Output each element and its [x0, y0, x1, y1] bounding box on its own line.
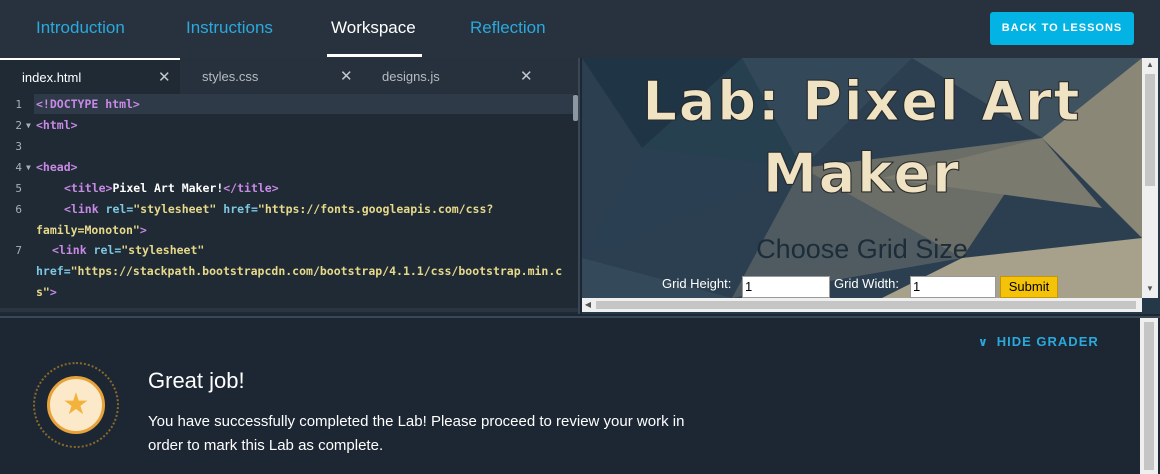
line-number: 1 — [15, 98, 22, 111]
close-icon[interactable]: ✕ — [340, 58, 353, 96]
grader-title: Great job! — [148, 368, 245, 393]
scroll-up-icon[interactable]: ▲ — [1142, 58, 1158, 72]
file-tab-label: designs.js — [382, 69, 440, 84]
back-to-lessons-button[interactable]: BACK TO LESSONS — [990, 12, 1134, 45]
code-line: <html> — [36, 118, 78, 132]
code-line: <!DOCTYPE html> — [36, 97, 140, 111]
line-number: 2 — [15, 119, 22, 132]
tab-instructions[interactable]: Instructions — [186, 0, 273, 58]
top-navigation: Introduction Instructions Workspace Refl… — [0, 0, 1160, 58]
chevron-down-icon: ∨ — [978, 335, 989, 349]
code-line: <link rel="stylesheet" href="https://fon… — [64, 202, 494, 216]
file-tab-label: index.html — [22, 70, 82, 85]
grader-scrollbar[interactable] — [1140, 318, 1158, 474]
grid-height-label: Grid Height: — [662, 276, 732, 291]
file-tab-styles-css[interactable]: styles.css ✕ — [180, 58, 360, 94]
submit-button[interactable]: Submit — [1000, 276, 1058, 298]
grid-width-input[interactable]: 1 — [910, 276, 996, 298]
code-line-wrap: family=Monoton"> — [36, 223, 147, 237]
star-icon: ★ — [62, 388, 90, 421]
preview-title-line-2: Maker — [763, 142, 961, 206]
tab-reflection[interactable]: Reflection — [470, 0, 546, 58]
code-editor: index.html ✕ styles.css ✕ designs.js ✕ 1… — [0, 58, 580, 314]
line-number: 3 — [15, 140, 22, 153]
grid-width-label: Grid Width: — [834, 276, 900, 291]
scroll-thumb[interactable] — [596, 301, 1136, 309]
editor-horizontal-scrollbar[interactable] — [0, 308, 578, 312]
fold-arrow-icon[interactable]: ▼ — [26, 163, 31, 172]
code-line: <head> — [36, 160, 78, 174]
success-badge: ★ — [33, 362, 119, 448]
code-area[interactable]: 1 2 ▼ 3 4 ▼ 5 6 7 <!DOCTYPE html> <html>… — [0, 94, 578, 314]
code-line: <link rel="stylesheet" — [52, 243, 205, 257]
line-number: 6 — [15, 203, 22, 216]
file-tabs: index.html ✕ styles.css ✕ designs.js ✕ — [0, 58, 578, 94]
preview-vertical-scrollbar[interactable]: ▲ ▼ — [1142, 58, 1158, 298]
code-line-wrap: s"> — [36, 285, 57, 299]
code-line-wrap: href="https://stackpath.bootstrapcdn.com… — [36, 264, 563, 278]
badge-circle: ★ — [47, 376, 105, 434]
editor-scrollbar[interactable] — [573, 95, 578, 121]
preview-horizontal-scrollbar[interactable]: ◀ — [582, 298, 1142, 312]
scroll-down-icon[interactable]: ▼ — [1142, 282, 1158, 296]
preview-pane: Lab: Pixel Art Maker Choose Grid Size Gr… — [582, 58, 1160, 314]
hide-grader-label: HIDE GRADER — [996, 334, 1099, 349]
line-number: 7 — [15, 244, 22, 257]
grader-panel: ∨ HIDE GRADER ★ Great job! You have succe… — [0, 316, 1160, 474]
line-number: 4 — [15, 161, 22, 174]
file-tab-label: styles.css — [202, 69, 259, 84]
scroll-left-icon[interactable]: ◀ — [582, 298, 594, 312]
hide-grader-button[interactable]: ∨ HIDE GRADER — [978, 334, 1099, 349]
grid-height-input[interactable]: 1 — [742, 276, 830, 298]
tab-workspace[interactable]: Workspace — [327, 0, 422, 58]
preview-subtitle: Choose Grid Size — [756, 234, 968, 264]
tab-introduction[interactable]: Introduction — [36, 0, 125, 58]
code-line: <title>Pixel Art Maker!</title> — [64, 181, 279, 195]
preview-title-line-1: Lab: Pixel Art — [642, 70, 1082, 134]
close-icon[interactable]: ✕ — [158, 60, 171, 96]
line-number: 5 — [15, 182, 22, 195]
fold-arrow-icon[interactable]: ▼ — [26, 121, 31, 130]
file-tab-designs-js[interactable]: designs.js ✕ — [360, 58, 540, 94]
file-tab-index-html[interactable]: index.html ✕ — [0, 58, 180, 94]
grader-message: You have successfully completed the Lab!… — [148, 413, 685, 454]
close-icon[interactable]: ✕ — [520, 58, 533, 96]
scroll-thumb[interactable] — [1145, 74, 1155, 186]
scroll-thumb[interactable] — [1144, 322, 1154, 470]
